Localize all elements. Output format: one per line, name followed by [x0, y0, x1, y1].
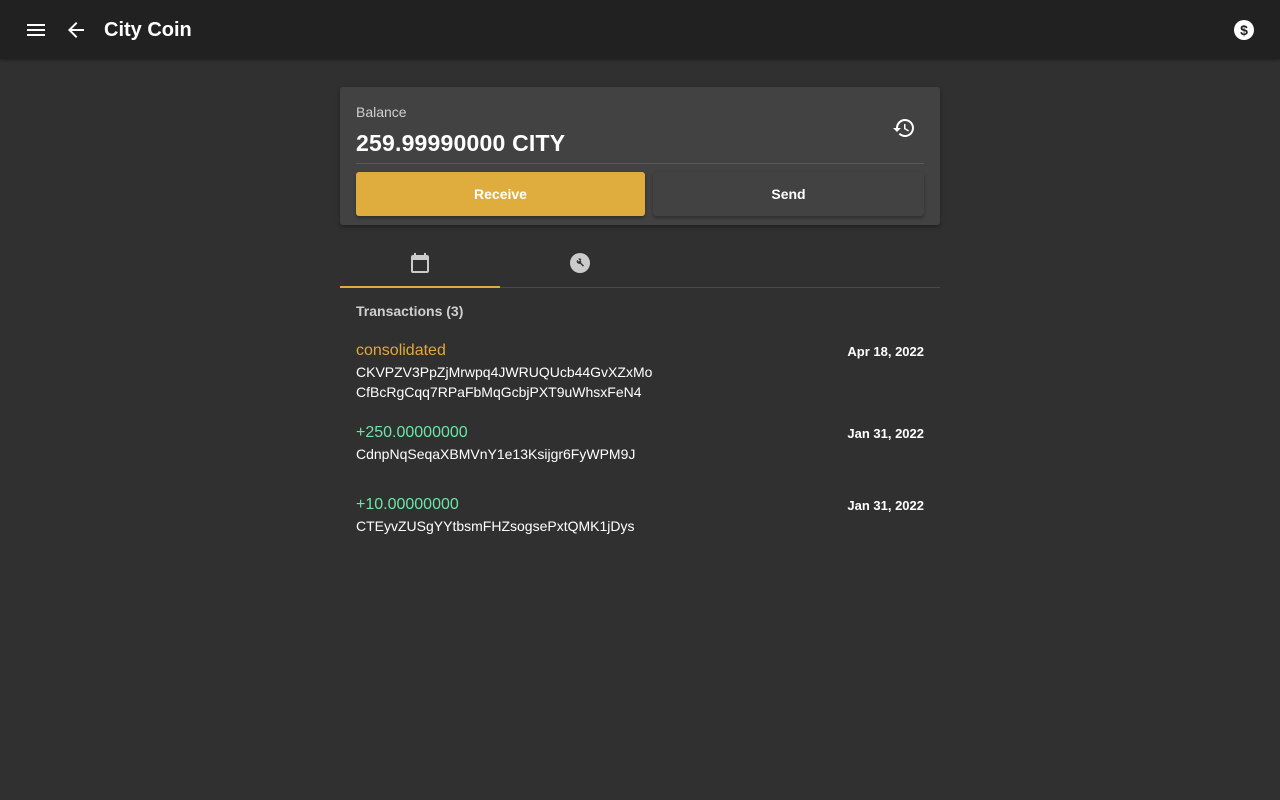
- send-button[interactable]: Send: [653, 172, 924, 216]
- dollar-coin-icon: $: [1234, 20, 1254, 40]
- svg-text:$: $: [1240, 22, 1248, 38]
- transaction-title: +250.00000000: [356, 424, 468, 441]
- tab-bar: [340, 239, 940, 288]
- history-icon: [893, 119, 914, 137]
- card-divider: [356, 163, 924, 164]
- menu-button[interactable]: [20, 14, 52, 46]
- transaction-item[interactable]: +250.00000000 Jan 31, 2022 CdnpNqSeqaXBM…: [356, 424, 924, 466]
- transaction-address: CfBcRgCqq7RPaFbMqGcbjPXT9uWhsxFeN4: [356, 384, 642, 400]
- back-button[interactable]: [60, 14, 92, 46]
- transaction-date: Jan 31, 2022: [847, 498, 924, 513]
- transaction-item[interactable]: consolidated Apr 18, 2022 CKVPZV3PpZjMrw…: [356, 342, 924, 404]
- transaction-address: CdnpNqSeqaXBMVnY1e13Ksijgr6FyWPM9J: [356, 446, 636, 462]
- arrow-back-icon: [68, 22, 84, 38]
- app-toolbar: City Coin $: [0, 0, 1280, 59]
- coin-button[interactable]: $: [1228, 14, 1260, 46]
- transaction-date: Apr 18, 2022: [847, 344, 924, 359]
- transaction-address: CTEyvZUSgYYtbsmFHZsogsePxtQMK1jDys: [356, 518, 635, 534]
- tab-indicator: [340, 286, 500, 288]
- tab-tools[interactable]: [500, 239, 660, 287]
- transactions-header: Transactions (3): [356, 303, 464, 319]
- history-button[interactable]: [888, 112, 920, 144]
- transaction-address: CKVPZV3PpZjMrwpq4JWRUQUcb44GvXZxMo: [356, 364, 653, 380]
- tab-transactions[interactable]: [340, 239, 500, 287]
- transaction-title: +10.00000000: [356, 496, 459, 513]
- transaction-item[interactable]: +10.00000000 Jan 31, 2022 CTEyvZUSgYYtbs…: [356, 496, 924, 538]
- receive-button[interactable]: Receive: [356, 172, 645, 216]
- balance-label: Balance: [356, 104, 407, 120]
- balance-value: 259.99990000 CITY: [356, 130, 566, 156]
- app-title: City Coin: [104, 19, 192, 41]
- calendar-icon: [411, 253, 429, 273]
- wrench-icon: [570, 253, 590, 273]
- transaction-date: Jan 31, 2022: [847, 426, 924, 441]
- balance-card: Balance 259.99990000 CITY Receive Send: [340, 87, 940, 225]
- menu-icon: [27, 24, 45, 36]
- transaction-title: consolidated: [356, 342, 446, 359]
